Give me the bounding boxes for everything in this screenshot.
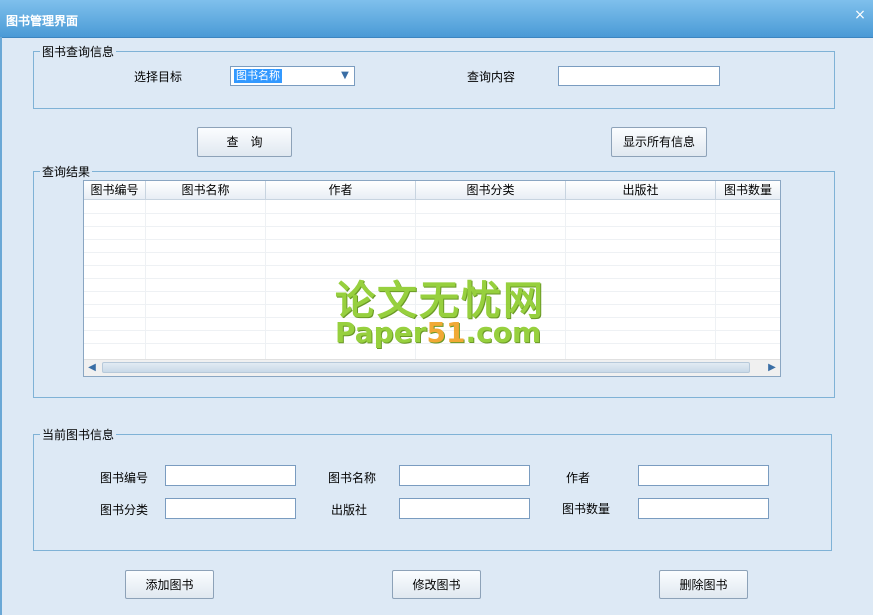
row-divider [84,226,780,227]
arrow-left-icon[interactable]: ◀ [84,360,100,376]
query-button[interactable]: 查 询 [197,127,292,157]
watermark-url-part: Paper [335,316,427,349]
table-header: 图书编号 图书名称 作者 图书分类 出版社 图书数量 [84,181,780,200]
book-name-label: 图书名称 [328,471,377,485]
row-divider [84,239,780,240]
book-id-input[interactable] [165,465,296,486]
book-name-input[interactable] [399,465,530,486]
query-group-legend: 图书查询信息 [42,45,115,59]
target-select-value: 图书名称 [234,69,282,83]
column-header-book-name[interactable]: 图书名称 [146,181,266,199]
scrollbar-thumb[interactable] [102,362,750,373]
target-select[interactable]: 图书名称 ▼ [230,66,355,86]
delete-book-button[interactable]: 删除图书 [659,570,748,599]
content-input[interactable] [558,66,720,86]
column-header-quantity[interactable]: 图书数量 [716,181,780,199]
quantity-input[interactable] [638,498,769,519]
content-label: 查询内容 [467,70,516,84]
column-header-author[interactable]: 作者 [266,181,416,199]
column-divider [715,200,716,360]
author-label: 作者 [566,471,591,485]
current-book-group: 当前图书信息 [33,426,832,551]
book-id-label: 图书编号 [100,471,149,485]
column-header-category[interactable]: 图书分类 [416,181,566,199]
show-all-button[interactable]: 显示所有信息 [611,127,707,157]
watermark-url-number: 51 [426,316,466,349]
row-divider [84,252,780,253]
column-header-book-id[interactable]: 图书编号 [84,181,146,199]
column-header-publisher[interactable]: 出版社 [566,181,716,199]
close-icon[interactable]: × [852,7,868,23]
results-group-legend: 查询结果 [42,165,91,179]
target-label: 选择目标 [134,70,183,84]
current-book-group-legend: 当前图书信息 [42,428,115,442]
row-divider [84,213,780,214]
title-bar: 图书管理界面 × [0,0,873,38]
chevron-down-icon[interactable]: ▼ [338,68,352,84]
row-divider [84,265,780,266]
watermark-url: Paper51.com [335,316,541,349]
category-label: 图书分类 [100,503,149,517]
column-divider [265,200,266,360]
column-divider [145,200,146,360]
edit-book-button[interactable]: 修改图书 [392,570,481,599]
category-input[interactable] [165,498,296,519]
window-left-edge [0,37,2,615]
quantity-label: 图书数量 [562,502,611,516]
publisher-input[interactable] [399,498,530,519]
horizontal-scrollbar[interactable]: ◀ ▶ [84,359,780,376]
author-input[interactable] [638,465,769,486]
publisher-label: 出版社 [331,503,368,517]
window-title: 图书管理界面 [6,14,79,28]
column-divider [565,200,566,360]
arrow-right-icon[interactable]: ▶ [764,360,780,376]
add-book-button[interactable]: 添加图书 [125,570,214,599]
watermark-url-suffix: .com [465,316,542,349]
